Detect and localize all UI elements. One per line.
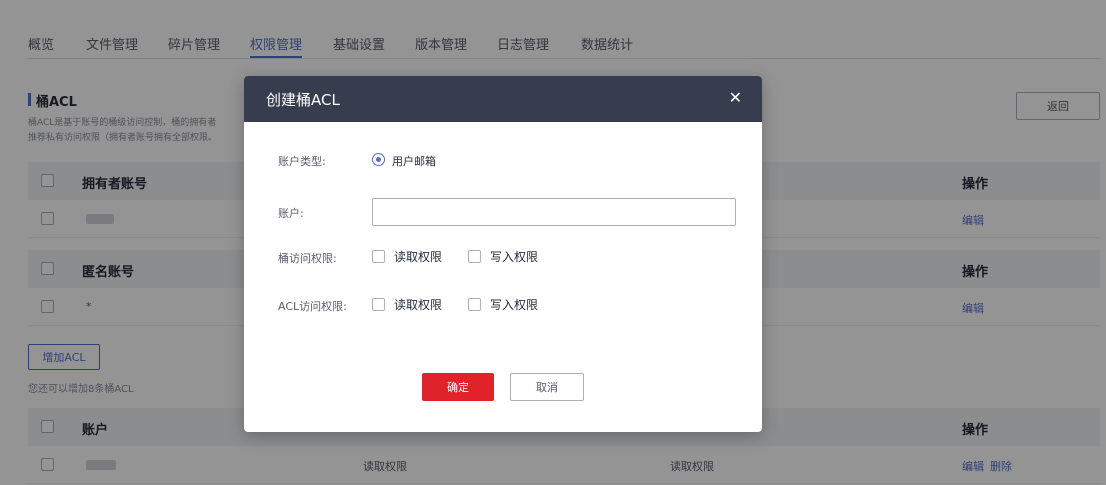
account-type-label: 账户类型:	[278, 155, 326, 168]
cancel-button[interactable]: 取消	[510, 373, 584, 401]
bucket-read-checkbox[interactable]	[372, 250, 385, 263]
account-label: 账户:	[278, 207, 304, 220]
create-acl-dialog: 创建桶ACL ✕ 账户类型: 用户邮箱 账户: 桶访问权限: 读取权限 写入权限…	[244, 76, 762, 432]
bucket-read-label[interactable]: 读取权限	[394, 248, 442, 265]
dialog-header: 创建桶ACL ✕	[244, 76, 762, 122]
close-icon[interactable]: ✕	[729, 88, 742, 108]
email-radio-label[interactable]: 用户邮箱	[392, 153, 436, 169]
email-radio[interactable]	[372, 153, 385, 166]
acl-permission-label: ACL访问权限:	[278, 300, 347, 313]
account-input[interactable]	[372, 198, 736, 226]
bucket-write-label[interactable]: 写入权限	[490, 248, 538, 265]
acl-write-checkbox[interactable]	[468, 298, 481, 311]
bucket-permission-label: 桶访问权限:	[278, 252, 337, 265]
acl-read-checkbox[interactable]	[372, 298, 385, 311]
acl-read-label[interactable]: 读取权限	[394, 296, 442, 313]
dialog-title: 创建桶ACL	[266, 91, 340, 109]
acl-write-label[interactable]: 写入权限	[490, 296, 538, 313]
confirm-button[interactable]: 确定	[422, 373, 494, 401]
bucket-write-checkbox[interactable]	[468, 250, 481, 263]
